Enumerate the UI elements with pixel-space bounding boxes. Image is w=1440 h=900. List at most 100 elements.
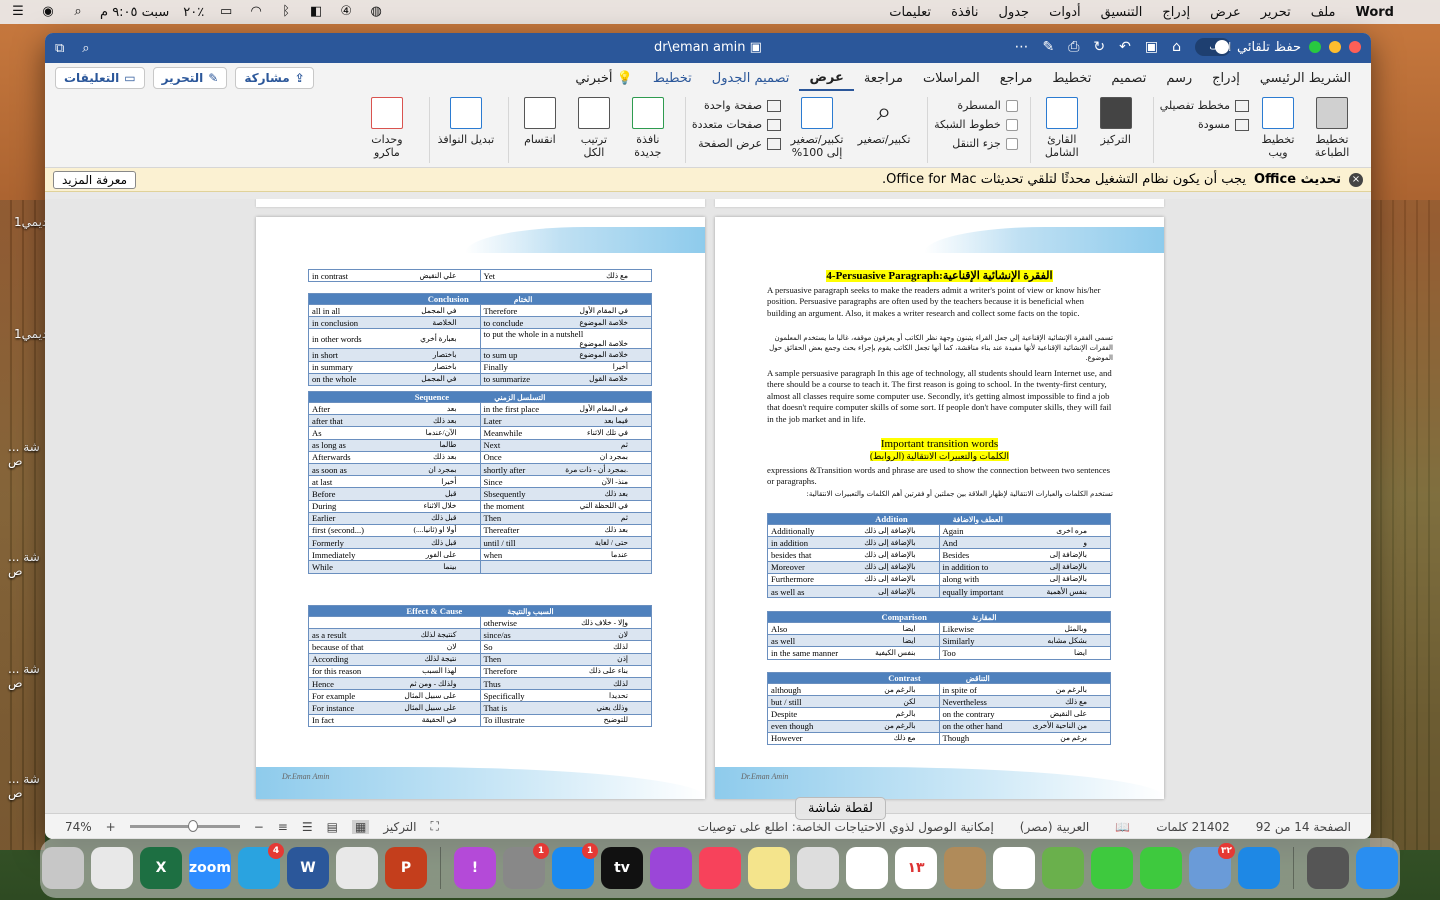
draft-button[interactable]: مسودة <box>1160 118 1249 131</box>
conclusion-table[interactable]: Conclusion الختام all in all في المجمل Ther… <box>308 293 652 386</box>
table-cell[interactable]: as well ايضا <box>767 634 940 648</box>
siri-icon[interactable]: ◉ <box>40 5 56 19</box>
menu-file[interactable]: ملف <box>1311 5 1336 20</box>
menu-window[interactable]: نافذة <box>951 5 978 20</box>
desktop-file-label[interactable]: شة ... ص <box>8 662 44 690</box>
outline-view-icon[interactable]: ≡ <box>278 820 288 834</box>
bluetooth-icon[interactable]: ᛒ <box>278 5 294 19</box>
learn-more-button[interactable]: معرفة المزيد <box>53 170 137 189</box>
table-cell[interactable]: for this reason لهذا السبب <box>308 664 481 678</box>
table-cell[interactable]: Thus لذلك <box>479 676 652 691</box>
zoom-icon[interactable]: zoom <box>189 847 231 889</box>
music-icon[interactable] <box>699 847 741 889</box>
share-screen-icon[interactable]: ⧉ <box>55 41 64 56</box>
table-cell[interactable]: on the other hand من الناحية الأخرى <box>938 719 1111 733</box>
web-view-icon[interactable]: ▤ <box>327 820 338 834</box>
menu-help[interactable]: تعليمات <box>889 5 931 20</box>
table-cell[interactable]: For instance على سبيل المثال <box>308 701 481 715</box>
redo-icon[interactable]: ↻ <box>1093 39 1105 55</box>
table-cell[interactable]: Formerly قبل ذلك <box>308 536 481 550</box>
table-cell[interactable]: Therefore في المقام الأول <box>479 303 652 318</box>
table-cell[interactable]: Meanwhile في تلك الاثناء <box>479 426 652 440</box>
table-cell[interactable]: Hence ولذلك - ومن ثم <box>308 676 481 691</box>
web-layout-button[interactable]: تخطيط ويب <box>1253 97 1303 159</box>
notification-icon[interactable]: ④ <box>338 5 354 19</box>
appstore-icon[interactable]: 1 <box>552 843 598 889</box>
telegram-icon[interactable]: 4 <box>238 843 284 889</box>
apple-icon[interactable] <box>1414 5 1430 19</box>
table-cell[interactable]: to conclude خلاصة الموضوع <box>479 316 652 330</box>
table-cell[interactable]: as well as بالإضافة إلى <box>767 584 940 599</box>
evernote-icon[interactable]: ◧ <box>308 5 324 19</box>
table-cell[interactable]: as a result كنتيجة لذلك <box>308 628 481 642</box>
messages-icon[interactable] <box>1091 847 1133 889</box>
tab-home[interactable]: الشريط الرئيسي <box>1250 67 1361 90</box>
table-cell[interactable]: In fact في الحقيقة <box>308 713 481 727</box>
table-cell[interactable]: Then إذن <box>479 652 652 666</box>
table-cell[interactable]: in short باختصار <box>308 348 481 362</box>
accessibility-status[interactable]: إمكانية الوصول لذوي الاحتياجات الخاصة: ا… <box>698 820 994 834</box>
zoom-menu-icon[interactable]: ◍ <box>368 5 384 19</box>
focus-mode-label[interactable]: التركيز <box>383 820 416 834</box>
table-cell[interactable]: Sbsequently بعد ذلك <box>479 487 652 501</box>
home-icon[interactable]: ⌂ <box>1172 39 1181 55</box>
calendar-icon[interactable]: ١٣ <box>895 847 937 889</box>
zoom-100-button[interactable]: تكبير/تصغير إلى 100% <box>785 97 849 159</box>
page-width-button[interactable]: عرض الصفحة <box>692 137 782 150</box>
print-view-icon[interactable]: ▦ <box>351 819 370 834</box>
nav-pane-checkbox[interactable]: جزء التنقل <box>934 137 1018 150</box>
table-cell[interactable]: Finally أخيرا <box>479 360 652 374</box>
table-cell[interactable]: According نتيجة لذلك <box>308 652 481 666</box>
desktop-file-label[interactable]: ديمي1 <box>14 215 47 229</box>
tab-table-layout[interactable]: تخطيط <box>643 67 702 90</box>
tab-draw[interactable]: رسم <box>1156 67 1202 90</box>
comments-button[interactable]: ▭ التعليقات <box>55 67 145 89</box>
table-cell[interactable]: Afterwards بعد ذلك <box>308 450 481 464</box>
document-canvas[interactable]: in contrast علي النقيض Yet مع ذلك Conclusi… <box>45 199 1371 813</box>
table-cell[interactable]: Despite بالرغم <box>767 707 940 721</box>
table-cell[interactable]: After بعد <box>308 401 481 416</box>
table-cell[interactable]: after that بعد ذلك <box>308 414 481 428</box>
table-cell[interactable]: Therefore بناء على ذلك <box>479 664 652 678</box>
zoom-in-icon[interactable]: + <box>106 820 116 834</box>
table-cell[interactable]: along with بالإضافة إلى <box>938 572 1111 586</box>
table-cell[interactable]: equally important بنفس الأهمية <box>938 584 1111 599</box>
table-cell[interactable]: Thereafter بعد ذلك <box>479 523 652 538</box>
spotlight-search-icon[interactable]: ⌕ <box>70 5 86 19</box>
close-button[interactable] <box>1349 41 1361 53</box>
menu-tools[interactable]: أدوات <box>1049 5 1081 20</box>
undo-icon[interactable]: ↶ <box>1119 39 1131 55</box>
table-cell[interactable]: Likewise وبالمثل <box>938 621 1111 636</box>
table-cell[interactable]: in summary باختصار <box>308 360 481 374</box>
table-cell[interactable]: During خلال الاثناء <box>308 499 481 513</box>
table-cell[interactable] <box>479 560 652 574</box>
table-cell[interactable]: in addition to بالإضافة إلى <box>938 560 1111 574</box>
table-cell[interactable]: As الآن/عندما <box>308 426 481 440</box>
table-cell[interactable]: at last أخيرا <box>308 475 481 489</box>
screenshot-icon[interactable] <box>797 847 839 889</box>
print-layout-button[interactable]: تخطيط الطباعة <box>1307 97 1357 159</box>
maximize-button[interactable] <box>1309 41 1321 53</box>
minimize-button[interactable] <box>1329 41 1341 53</box>
one-page-button[interactable]: صفحة واحدة <box>692 99 782 112</box>
table-cell[interactable]: although بالرغم من <box>767 682 940 697</box>
desktop-file-label[interactable]: شة ... ص <box>8 550 44 578</box>
table-cell[interactable]: in the same manner بنفس الكيفية <box>767 646 940 660</box>
table-cell[interactable]: Earlier قبل ذلك <box>308 511 481 525</box>
table-cell[interactable]: Specifically تحديدا <box>479 689 652 703</box>
split-button[interactable]: انقسام <box>515 97 565 146</box>
podcasts-icon[interactable] <box>650 847 692 889</box>
table-cell[interactable]: Moreover بالإضافة إلى ذلك <box>767 560 940 574</box>
focus-mode-icon[interactable]: ⛶ <box>431 819 439 834</box>
table-cell[interactable]: in conclusion الخلاصة <box>308 316 481 330</box>
table-cell[interactable]: Additionally بالإضافة إلى ذلك <box>767 523 940 538</box>
new-window-button[interactable]: نافذة جديدة <box>623 97 673 159</box>
tab-layout[interactable]: تخطيط <box>1042 67 1101 90</box>
document-page-left[interactable]: in contrast علي النقيض Yet مع ذلك Conclusi… <box>256 217 705 799</box>
menu-table[interactable]: جدول <box>999 5 1030 20</box>
autosave-control[interactable]: حفظ تلقائي إيقاف <box>1195 38 1301 56</box>
table-cell[interactable]: And و <box>938 536 1111 550</box>
table-cell[interactable]: in the first place في المقام الأول <box>479 401 652 416</box>
table-cell[interactable]: Furthermore بالإضافة إلى ذلك <box>767 572 940 586</box>
effect-cause-table[interactable]: Effect & Cause السبب والنتيجة otherwise وإ… <box>308 605 652 727</box>
